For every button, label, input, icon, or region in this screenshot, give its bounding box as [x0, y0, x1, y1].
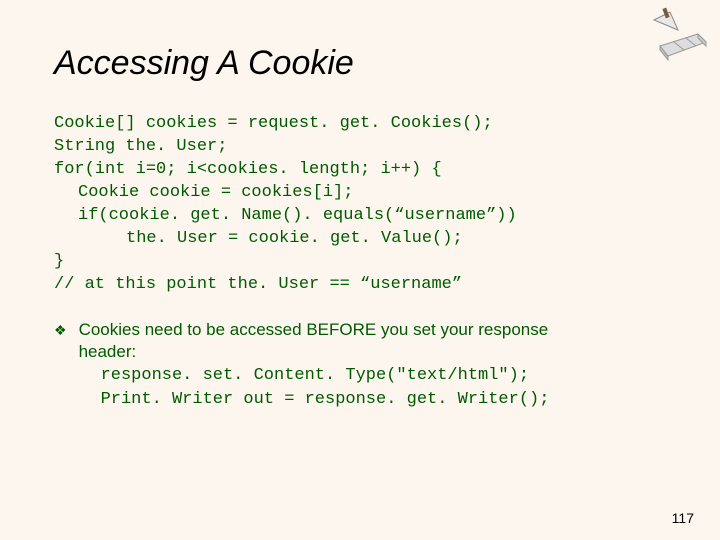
code-line: if(cookie. get. Name(). equals(“username…: [54, 206, 517, 225]
code-line: // at this point the. User == “username”: [54, 275, 462, 294]
code-line: Cookie cookie = cookies[i];: [54, 183, 353, 202]
code-line: String the. User;: [54, 137, 227, 156]
page-number: 117: [672, 510, 694, 526]
code-line: }: [54, 252, 64, 271]
bullet-item: ❖ Cookies need to be accessed BEFORE you…: [54, 319, 678, 411]
slide: Accessing A Cookie Cookie[] cookies = re…: [0, 0, 720, 540]
trowel-brick-icon: [640, 6, 710, 62]
diamond-bullet-icon: ❖: [54, 319, 67, 340]
code-line: the. User = cookie. get. Value();: [54, 229, 463, 248]
code-block: Cookie[] cookies = request. get. Cookies…: [54, 113, 678, 297]
code-line: Cookie[] cookies = request. get. Cookies…: [54, 114, 493, 133]
bullet-text-line: header:: [79, 341, 550, 363]
slide-title: Accessing A Cookie: [54, 44, 678, 83]
bullet-code-line: response. set. Content. Type("text/html"…: [79, 365, 550, 387]
bullet-code-line: Print. Writer out = response. get. Write…: [79, 389, 550, 411]
bullet-content: Cookies need to be accessed BEFORE you s…: [79, 319, 550, 411]
bullet-text-line: Cookies need to be accessed BEFORE you s…: [79, 319, 550, 341]
code-line: for(int i=0; i<cookies. length; i++) {: [54, 160, 442, 179]
